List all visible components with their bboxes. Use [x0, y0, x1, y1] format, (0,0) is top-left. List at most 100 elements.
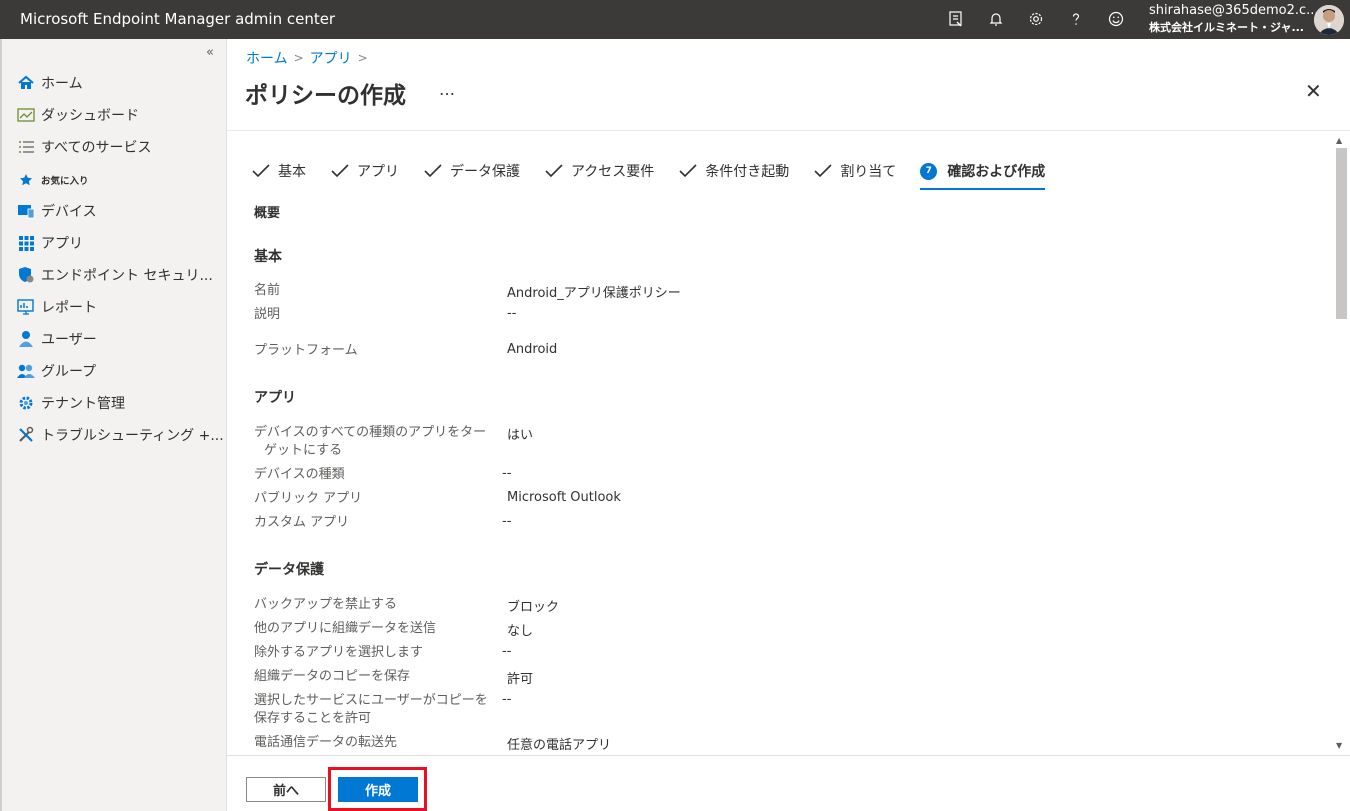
sidebar: « ホーム ダッシュボード すべてのサービス お気に入り デバイス アプリ エン… — [0, 39, 227, 811]
tenant-icon — [16, 393, 36, 413]
close-icon[interactable]: ✕ — [1305, 79, 1322, 103]
row-label: 選択したサービスにユーザーがコピーを — [254, 693, 488, 708]
step-label: アクセス要件 — [571, 164, 655, 180]
sidebar-item-label: テナント管理 — [41, 396, 125, 412]
checkmark-icon — [424, 164, 442, 178]
row-value: はい — [507, 428, 534, 443]
row-label: パブリック アプリ — [254, 491, 363, 506]
bell-icon[interactable] — [976, 7, 1016, 31]
collapse-sidebar-icon[interactable]: « — [206, 45, 214, 60]
portal-feedback-icon[interactable] — [936, 7, 976, 31]
row-value: 許可 — [507, 672, 534, 687]
row-value: ブロック — [507, 600, 560, 615]
row-value: 任意の電話アプリ — [507, 738, 612, 753]
previous-button[interactable]: 前へ — [246, 777, 326, 802]
sidebar-item-label: アプリ — [41, 236, 83, 252]
scroll-up-icon[interactable]: ▲ — [1336, 136, 1342, 145]
step-label: データ保護 — [450, 164, 520, 180]
row-value: -- — [502, 466, 512, 481]
row-label: プラットフォーム — [254, 343, 358, 358]
checkmark-icon — [679, 164, 697, 178]
blade-header: ホーム > アプリ > ポリシーの作成 … ✕ — [227, 39, 1350, 130]
row-label: カスタム アプリ — [254, 515, 350, 530]
row-value: なし — [507, 624, 534, 639]
app-title[interactable]: Microsoft Endpoint Manager admin center — [20, 10, 335, 28]
tab-apps[interactable]: アプリ — [330, 161, 399, 181]
topbar-icons — [936, 7, 1136, 31]
step-label: 条件付き起動 — [705, 164, 790, 180]
breadcrumb-apps[interactable]: アプリ — [310, 48, 352, 68]
checkmark-icon — [814, 164, 832, 178]
gear-icon[interactable] — [1016, 7, 1056, 31]
reports-icon — [16, 297, 36, 317]
chevron-right-icon: > — [293, 51, 304, 65]
apps-icon — [16, 233, 36, 253]
tab-access-requirements[interactable]: アクセス要件 — [544, 161, 654, 181]
step-label: 確認および作成 — [947, 164, 1046, 180]
row-label: 名前 — [254, 283, 281, 298]
sidebar-item-reports[interactable]: レポート — [16, 296, 97, 318]
top-bar: Microsoft Endpoint Manager admin center … — [0, 0, 1350, 39]
sidebar-item-label: グループ — [41, 364, 97, 380]
list-icon — [16, 137, 36, 157]
main-panel: ホーム > アプリ > ポリシーの作成 … ✕ 基本 アプリ データ保護 アクセ… — [227, 39, 1350, 811]
row-label: 他のアプリに組織データを送信 — [254, 621, 437, 636]
sidebar-item-all-services[interactable]: すべてのサービス — [16, 136, 151, 158]
row-value: -- — [502, 644, 512, 659]
user-icon — [16, 329, 36, 349]
row-value: Microsoft Outlook — [507, 490, 621, 505]
overview-heading: 概要 — [254, 206, 281, 221]
sidebar-item-endpoint-security[interactable]: エンドポイント セキュリ... — [16, 264, 213, 286]
basics-heading: 基本 — [254, 249, 282, 265]
row-value: -- — [502, 692, 512, 707]
smiley-icon[interactable] — [1096, 7, 1136, 31]
step-label: 基本 — [278, 164, 306, 180]
sidebar-item-dashboard[interactable]: ダッシュボード — [16, 104, 139, 126]
tab-conditional-launch[interactable]: 条件付き起動 — [678, 161, 789, 181]
group-icon — [16, 361, 36, 381]
row-label-cont: ゲットにする — [264, 443, 343, 458]
checkmark-icon — [331, 164, 349, 178]
row-label: 組織データのコピーを保存 — [254, 669, 411, 684]
tab-assignments[interactable]: 割り当て — [813, 161, 896, 181]
more-options-icon[interactable]: … — [439, 80, 455, 99]
page-title: ポリシーの作成 — [245, 83, 406, 109]
row-label: バックアップを禁止する — [254, 597, 398, 612]
user-org: 株式会社イルミネート・ジャ... — [1149, 21, 1304, 34]
dashboard-icon — [16, 105, 36, 125]
sidebar-item-apps[interactable]: アプリ — [16, 232, 83, 254]
shield-icon — [16, 265, 36, 285]
home-icon — [16, 73, 36, 93]
checkmark-icon — [252, 164, 270, 178]
data-protection-heading: データ保護 — [254, 562, 324, 578]
tab-basics[interactable]: 基本 — [251, 161, 306, 181]
scroll-down-icon[interactable]: ▼ — [1336, 741, 1342, 750]
vertical-scrollbar[interactable]: ▲ ▼ — [1332, 131, 1350, 756]
sidebar-item-label: ホーム — [41, 76, 83, 92]
tab-data-protection[interactable]: データ保護 — [423, 161, 520, 181]
row-value: Android — [507, 342, 558, 357]
account-info[interactable]: shirahase@365demo2.c... 株式会社イルミネート・ジャ... — [1149, 2, 1319, 36]
sidebar-item-tenant-admin[interactable]: テナント管理 — [16, 392, 125, 414]
sidebar-item-groups[interactable]: グループ — [16, 360, 96, 382]
row-value: -- — [502, 514, 512, 529]
row-label-cont: 保存することを許可 — [254, 711, 372, 726]
sidebar-item-label: ダッシュボード — [41, 108, 139, 124]
sidebar-item-home[interactable]: ホーム — [16, 72, 83, 94]
checkmark-icon — [545, 164, 563, 178]
tab-review-create[interactable]: 7 確認および作成 — [920, 161, 1046, 190]
sidebar-item-label: ユーザー — [41, 332, 97, 348]
row-value: -- — [507, 306, 517, 321]
step-number-badge: 7 — [920, 162, 938, 180]
avatar[interactable] — [1314, 5, 1344, 35]
breadcrumb: ホーム > アプリ > — [246, 48, 374, 68]
breadcrumb-home[interactable]: ホーム — [246, 48, 288, 68]
sidebar-item-users[interactable]: ユーザー — [16, 328, 97, 350]
apps-heading: アプリ — [254, 390, 296, 406]
devices-icon — [16, 201, 36, 221]
sidebar-item-troubleshooting[interactable]: トラブルシューティング +... — [16, 424, 224, 446]
sidebar-item-devices[interactable]: デバイス — [16, 200, 97, 222]
create-button[interactable]: 作成 — [338, 777, 418, 802]
scrollbar-thumb[interactable] — [1336, 148, 1347, 319]
help-icon[interactable] — [1056, 7, 1096, 31]
